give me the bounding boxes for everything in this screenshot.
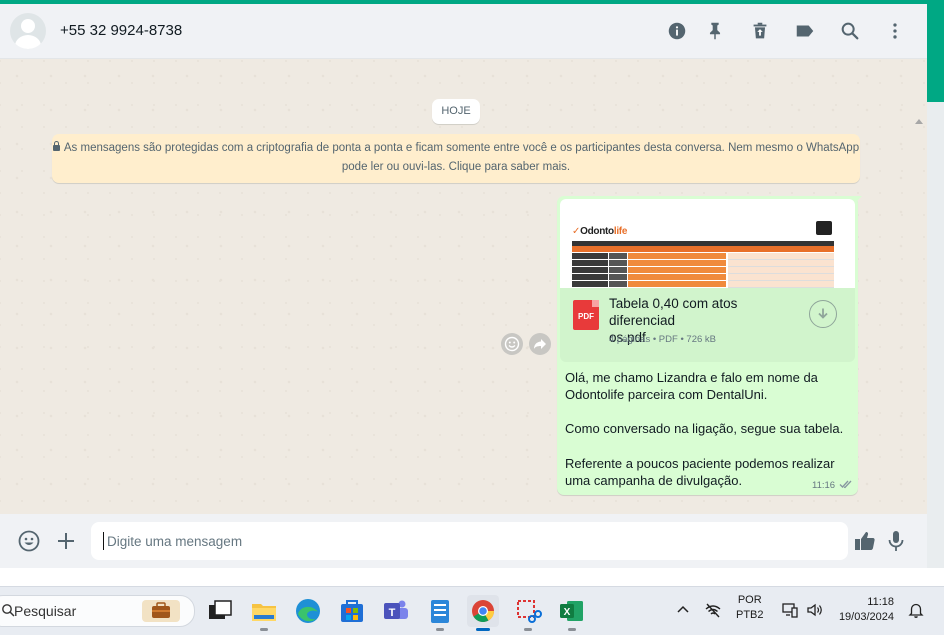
double-check-icon: [839, 480, 852, 489]
excel-icon[interactable]: X: [556, 595, 588, 631]
background-accent: [927, 4, 944, 102]
thumbnail-badge: [816, 221, 832, 235]
thumbnail-logo: ✓Odontolife: [572, 226, 628, 237]
document-info: PDF Tabela 0,40 com atos diferenciad os.…: [560, 288, 855, 362]
message-paragraph: Referente a poucos paciente podemos real…: [565, 455, 835, 488]
thumbnail-table-header: [572, 246, 834, 252]
whatsapp-window: +55 32 9924-8738 HOJE As mensagens são p…: [0, 4, 927, 568]
teams-icon[interactable]: T: [380, 595, 412, 627]
windows-taskbar: Pesquisar T X POR PTB2 11:18 19/03/2024: [0, 586, 944, 635]
outgoing-message[interactable]: ✓Odontolife PDF Tabela 0,40 com atos dif…: [557, 196, 858, 495]
message-paragraph: Como conversado na ligação, segue sua ta…: [565, 421, 844, 437]
menu-icon[interactable]: [884, 20, 906, 42]
thumbnail-table-row: [572, 253, 834, 260]
scroll-up-arrow[interactable]: [915, 119, 923, 124]
notification-bell-icon[interactable]: [907, 601, 925, 619]
contact-name[interactable]: +55 32 9924-8738: [60, 22, 182, 39]
volume-icon[interactable]: [806, 601, 824, 619]
microsoft-store-icon[interactable]: [336, 595, 368, 627]
forward-button[interactable]: [529, 333, 551, 355]
document-thumbnail[interactable]: ✓Odontolife: [560, 199, 855, 288]
message-input-placeholder: Digite uma mensagem: [107, 534, 243, 549]
language-indicator[interactable]: POR PTB2: [736, 593, 764, 623]
taskbar-search[interactable]: Pesquisar: [0, 595, 195, 627]
delete-icon[interactable]: [749, 20, 771, 42]
background-panel: [927, 102, 944, 568]
emoji-reaction-button[interactable]: [501, 333, 523, 355]
monitor-phone-icon[interactable]: [781, 601, 799, 619]
show-hidden-icons-chevron-icon[interactable]: [674, 601, 692, 619]
desktop-gap: [0, 568, 944, 586]
emoji-icon[interactable]: [17, 529, 41, 553]
network-disconnected-icon[interactable]: [704, 601, 722, 619]
pin-icon[interactable]: [704, 20, 726, 42]
work-bag-icon: [142, 600, 180, 622]
pdf-file-icon: PDF: [573, 300, 599, 330]
thumbs-up-icon[interactable]: [853, 529, 877, 553]
encryption-notice[interactable]: As mensagens são protegidas com a cripto…: [52, 134, 860, 183]
search-icon: [2, 604, 15, 617]
svg-text:T: T: [389, 607, 396, 619]
lock-icon: [52, 141, 60, 151]
message-text: Olá, me chamo Lizandra e falo em nome da…: [565, 369, 850, 489]
file-explorer-icon[interactable]: [248, 595, 280, 631]
download-button[interactable]: [809, 300, 837, 328]
info-icon[interactable]: [666, 20, 688, 42]
message-composer: Digite uma mensagem: [0, 514, 927, 568]
message-input[interactable]: Digite uma mensagem: [91, 522, 848, 560]
message-time: 11:16: [812, 480, 836, 491]
message-paragraph: Olá, me chamo Lizandra e falo em nome da…: [565, 370, 818, 403]
thumbnail-table-row: [572, 281, 834, 288]
label-icon[interactable]: [794, 20, 816, 42]
thumbnail-table-row: [572, 274, 834, 281]
microphone-icon[interactable]: [884, 529, 908, 553]
text-caret: [103, 532, 104, 550]
thumbnail-table-row: [572, 267, 834, 274]
clock[interactable]: 11:18 19/03/2024: [836, 595, 894, 625]
svg-text:X: X: [564, 607, 571, 618]
snipping-tool-icon[interactable]: [512, 595, 544, 631]
document-attachment[interactable]: ✓Odontolife PDF Tabela 0,40 com atos dif…: [560, 199, 855, 362]
logo-accent-icon: ✓: [572, 226, 581, 237]
attach-plus-icon[interactable]: [54, 529, 78, 553]
task-view-icon[interactable]: [204, 595, 236, 627]
search-icon[interactable]: [839, 20, 861, 42]
contact-avatar[interactable]: [10, 13, 46, 49]
date-divider: HOJE: [432, 99, 480, 124]
thumbnail-table-row: [572, 260, 834, 267]
notepad-icon[interactable]: [424, 595, 456, 631]
chat-header: +55 32 9924-8738: [0, 4, 927, 59]
download-icon: [818, 308, 828, 319]
document-meta: 4 páginas • PDF • 726 kB: [609, 334, 716, 345]
chrome-icon[interactable]: [467, 595, 499, 631]
edge-icon[interactable]: [292, 595, 324, 627]
chat-messages[interactable]: HOJE As mensagens são protegidas com a c…: [0, 59, 927, 514]
taskbar-search-label: Pesquisar: [14, 603, 77, 619]
